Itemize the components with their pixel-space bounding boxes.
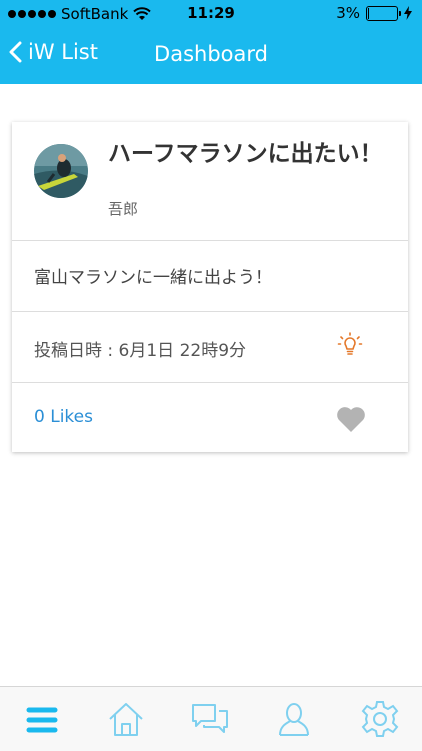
post-card: ハーフマラソンに出たい！ 吾郎 富山マラソンに一緒に出よう！ 投稿日時 : 6月… [12,122,408,452]
avatar[interactable] [34,144,88,198]
navigation-bar: iW List Dashboard [0,28,422,84]
battery-percent: 3% [336,4,360,22]
likes-count[interactable]: 0 Likes [34,407,93,427]
tab-bar [0,686,422,751]
menu-icon [26,707,58,733]
post-card-body: 富山マラソンに一緒に出よう！ [12,241,408,312]
post-card-meta: 投稿日時 : 6月1日 22時9分 [12,312,408,383]
post-card-footer: 0 Likes [12,383,408,452]
tab-settings[interactable] [360,699,400,739]
post-title: ハーフマラソンに出たい！ [108,141,383,167]
user-icon [279,703,309,736]
page-title-text: Dashboard [154,42,268,66]
lightbulb-icon[interactable] [337,332,363,358]
tab-profile[interactable] [274,699,314,739]
post-message: 富山マラソンに一緒に出よう！ [34,268,272,288]
settings-icon [361,701,399,737]
home-icon [109,703,143,736]
post-author: 吾郎 [108,200,139,218]
battery-icon [366,5,401,21]
page-title: Dashboard [0,42,422,66]
post-date: 投稿日時 : 6月1日 22時9分 [34,341,247,361]
chat-icon [192,704,228,733]
tab-home[interactable] [106,699,146,739]
tab-messages[interactable] [190,699,230,739]
heart-icon[interactable] [336,405,366,433]
post-card-header: ハーフマラソンに出たい！ 吾郎 [12,122,408,241]
tab-menu[interactable] [21,699,61,739]
avatar-image [34,144,88,198]
status-right: 3% [336,4,412,22]
charging-bolt-icon [404,6,412,20]
status-bar: SoftBank 11:29 3% [0,0,422,28]
